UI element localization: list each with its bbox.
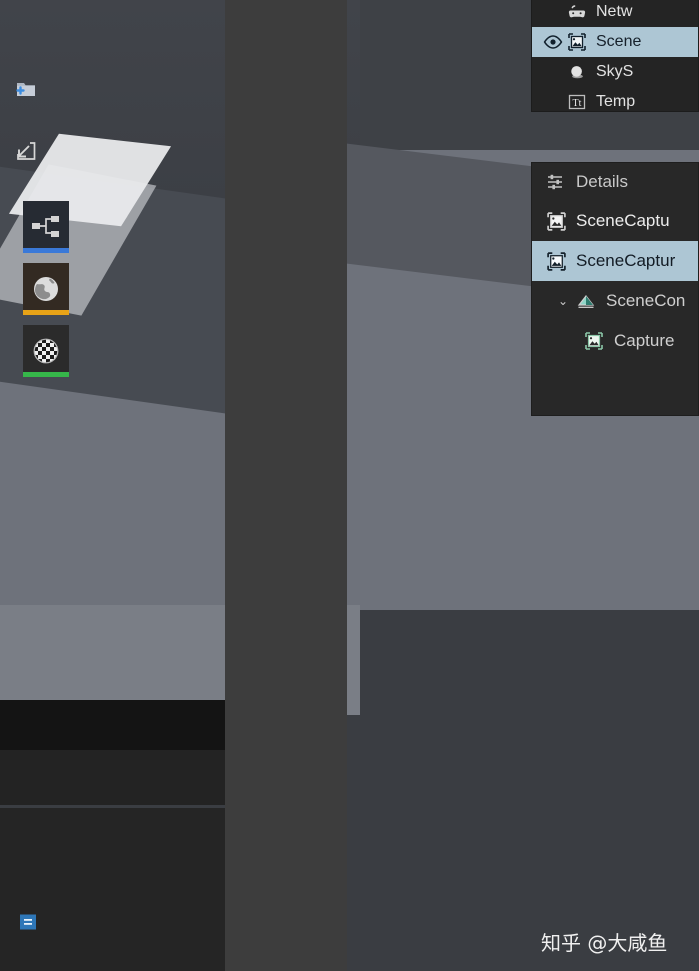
- details-actor-name: SceneCaptu: [576, 211, 670, 231]
- outliner-row-network[interactable]: Netw: [532, 0, 698, 27]
- level-icon: [23, 263, 69, 315]
- details-panel[interactable]: Details SceneCaptu: [531, 162, 699, 416]
- outliner-row-scene-capture[interactable]: Scene: [532, 27, 698, 57]
- quixel-icon: [18, 912, 40, 934]
- viewport-panel-band-3: [0, 808, 225, 971]
- outliner-row-label: Temp: [596, 93, 635, 111]
- sphere-icon: [566, 61, 588, 83]
- outliner-row-label: Scene: [596, 33, 641, 51]
- scene-component-icon: [574, 290, 598, 312]
- asset-color-bar: [23, 248, 69, 253]
- details-component-capture[interactable]: Capture: [532, 321, 698, 361]
- details-actor-name-row[interactable]: SceneCaptu: [532, 201, 698, 241]
- material-icon: [23, 325, 69, 377]
- details-component-scene[interactable]: ⌄ SceneCon: [532, 281, 698, 321]
- new-folder-icon: [14, 78, 36, 100]
- details-component-root[interactable]: SceneCaptur: [532, 241, 698, 281]
- details-component-label: SceneCon: [606, 291, 685, 311]
- import-icon: [14, 140, 36, 162]
- details-panel-header: Details: [532, 163, 698, 201]
- level-viewport[interactable]: [0, 0, 699, 971]
- asset-color-bar: [23, 310, 69, 315]
- gamepad-icon: [566, 1, 588, 23]
- viewport-gutter: [225, 0, 347, 971]
- blueprint-class-icon: [23, 201, 69, 253]
- details-title: Details: [576, 172, 628, 192]
- sliders-icon: [544, 171, 568, 193]
- visibility-toggle-icon[interactable]: [540, 35, 566, 49]
- outliner-row-sky-sphere[interactable]: SkyS: [532, 57, 698, 87]
- scene-capture-icon: [544, 210, 568, 232]
- capture-icon: [582, 330, 606, 352]
- viewport-panel-band-2: [0, 750, 225, 805]
- details-component-label: SceneCaptur: [576, 251, 675, 271]
- svg-text:Tt: Tt: [573, 98, 582, 109]
- scene-capture-icon: [566, 31, 588, 53]
- chevron-down-icon[interactable]: ⌄: [558, 294, 572, 308]
- asset-color-bar: [23, 372, 69, 377]
- viewport-highlight-band: [345, 143, 535, 286]
- watermark: 知乎 @大咸鱼: [541, 927, 667, 956]
- world-outliner-panel[interactable]: Netw Scene: [531, 0, 699, 112]
- viewport-panel-band-1: [0, 700, 225, 750]
- text-icon: Tt: [566, 91, 588, 113]
- details-component-label: Capture: [614, 331, 674, 351]
- scene-capture-icon: [544, 250, 568, 272]
- outliner-row-label: SkyS: [596, 63, 633, 81]
- outliner-row-text-render[interactable]: Tt Temp: [532, 87, 698, 117]
- outliner-row-label: Netw: [596, 3, 632, 21]
